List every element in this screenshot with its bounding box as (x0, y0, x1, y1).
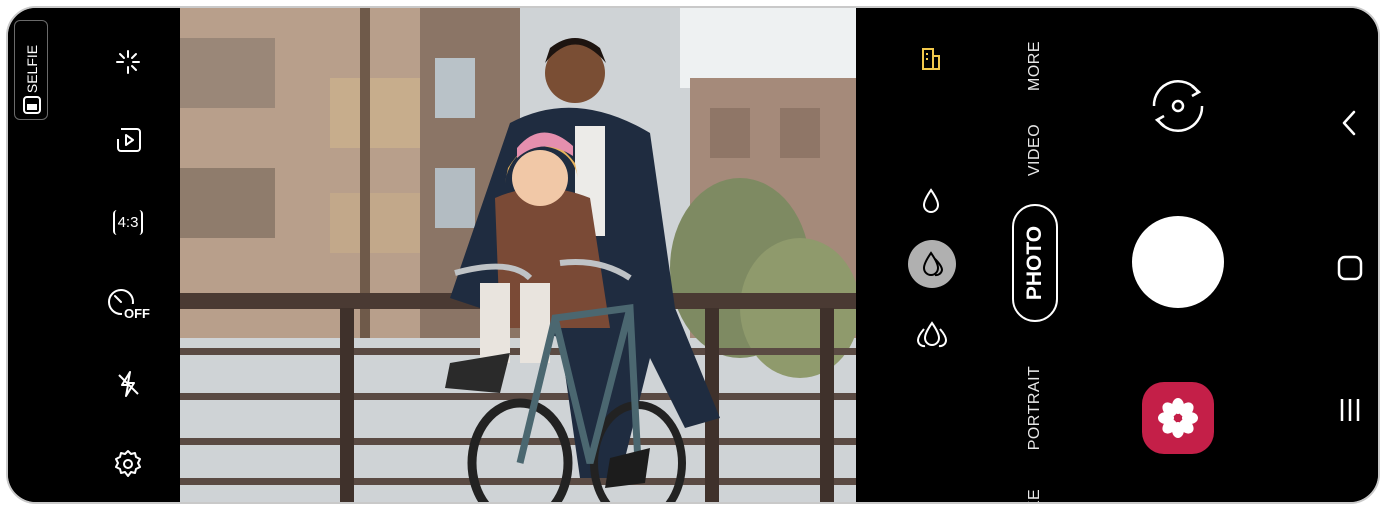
gallery-icon (1158, 398, 1198, 438)
mode-photo-label: PHOTO (1023, 225, 1046, 301)
selfie-mode-icon (23, 96, 41, 114)
camera-viewfinder[interactable] (180, 8, 856, 502)
scene-optimizer-icon (922, 48, 940, 70)
selfie-toggle-button[interactable]: SELFIE (14, 20, 48, 120)
motion-photo-icon (117, 128, 141, 152)
recents-icon (1340, 399, 1360, 421)
motion-photo-button[interactable] (110, 122, 146, 158)
mode-portrait[interactable]: PORTRAIT (1026, 366, 1044, 451)
effects-sparkle-icon (116, 50, 140, 74)
viewfinder-scene (180, 8, 856, 502)
wide-lens-icon (922, 251, 944, 277)
gallery-button[interactable] (1142, 382, 1214, 454)
timer-button[interactable]: OFF (106, 286, 150, 322)
home-icon (1337, 255, 1363, 281)
mode-more[interactable]: MORE (1026, 41, 1044, 91)
back-icon (1342, 110, 1356, 136)
ultra-wide-lens-button[interactable] (914, 318, 950, 352)
back-button[interactable] (1334, 108, 1364, 138)
timer-state-label: OFF (124, 306, 150, 321)
effects-button[interactable] (110, 44, 146, 80)
scene-optimizer-button[interactable] (919, 44, 943, 74)
left-toolbar: SELFIE 4:3 OFF (8, 8, 180, 502)
mode-partial[interactable]: KE (1026, 489, 1044, 502)
single-lens-icon (922, 188, 940, 213)
selfie-label: SELFIE (24, 44, 40, 94)
home-button[interactable] (1334, 252, 1366, 284)
tele-lens-button[interactable] (918, 186, 944, 216)
camera-screen: SELFIE 4:3 OFF MORE VIDEO PHOTO PORTRAIT… (6, 6, 1380, 504)
switch-camera-icon (1152, 80, 1204, 132)
settings-gear-icon (115, 450, 141, 477)
mode-photo-selected[interactable]: PHOTO (1012, 204, 1058, 322)
wide-lens-button[interactable] (908, 240, 956, 288)
aspect-ratio-icon: 4:3 (112, 209, 144, 235)
aspect-ratio-label: 4:3 (117, 213, 139, 231)
ultra-wide-lens-icon (916, 321, 948, 348)
flash-off-icon (118, 371, 139, 397)
recents-button[interactable] (1334, 394, 1366, 426)
flash-button[interactable] (110, 366, 146, 402)
mode-video[interactable]: VIDEO (1026, 124, 1044, 176)
shutter-button[interactable] (1132, 216, 1224, 308)
switch-camera-button[interactable] (1140, 68, 1216, 144)
settings-button[interactable] (110, 446, 146, 482)
aspect-ratio-button[interactable]: 4:3 (108, 204, 148, 240)
